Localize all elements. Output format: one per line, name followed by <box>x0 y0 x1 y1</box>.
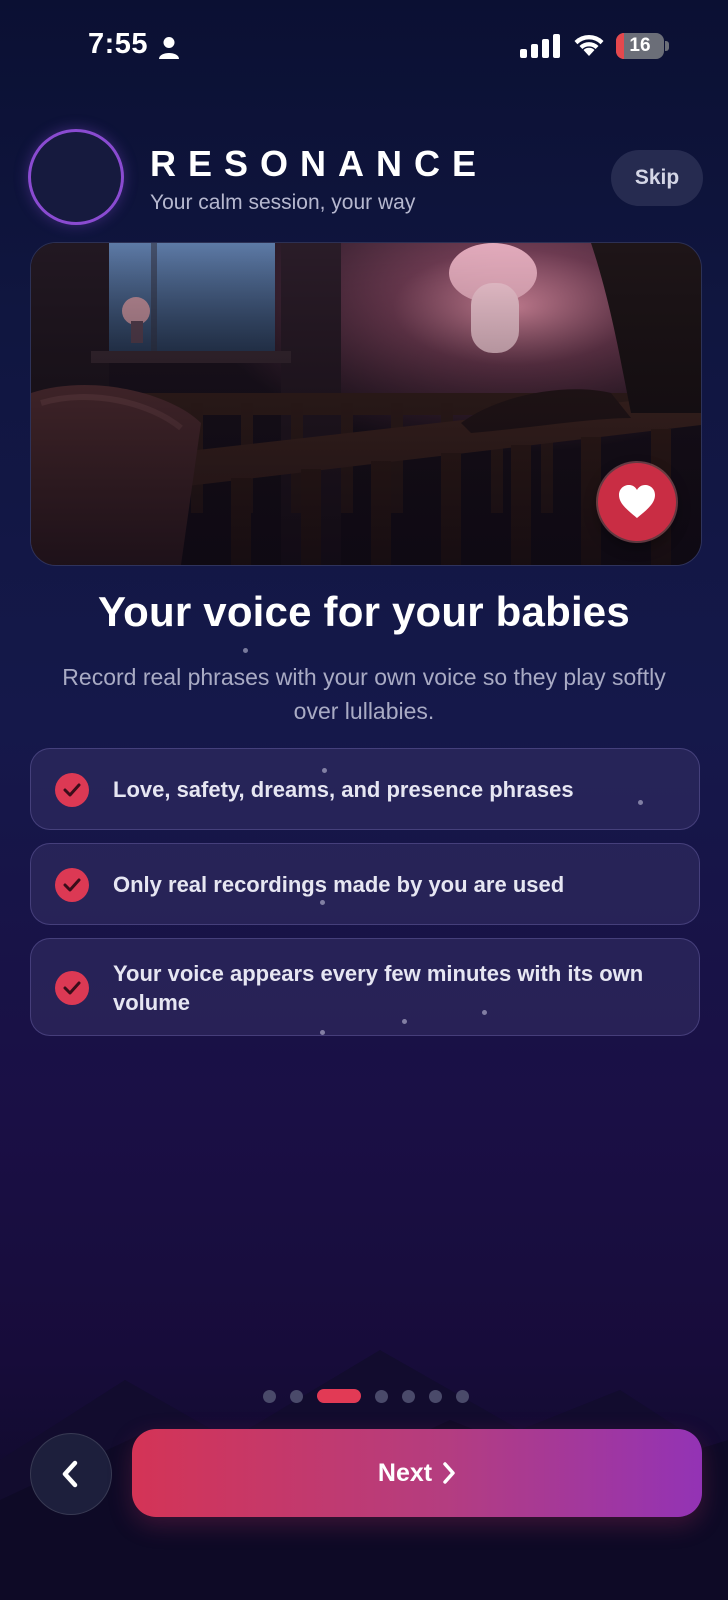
pager-dot[interactable] <box>375 1390 388 1403</box>
feature-card: Only real recordings made by you are use… <box>30 843 700 925</box>
brand-title: RESONANCE <box>150 143 489 184</box>
cellular-signal-icon <box>520 34 560 58</box>
pager-dot[interactable] <box>456 1390 469 1403</box>
pager-dot[interactable] <box>263 1390 276 1403</box>
sparkle <box>320 1030 325 1035</box>
feature-text: Your voice appears every few minutes wit… <box>113 961 644 1015</box>
sparkle <box>322 768 327 773</box>
next-button[interactable]: Next <box>132 1429 702 1517</box>
chevron-right-icon <box>443 1462 455 1484</box>
battery-level: 16 <box>629 35 651 56</box>
feature-card: Your voice appears every few minutes wit… <box>30 938 700 1036</box>
sparkle <box>320 900 325 905</box>
brand-tagline: Your calm session, your way <box>150 191 416 214</box>
page-description: Record real phrases with your own voice … <box>62 664 666 724</box>
check-icon <box>55 868 89 902</box>
pager-dot-active[interactable] <box>317 1389 361 1403</box>
favorite-button[interactable] <box>598 463 676 541</box>
chevron-left-icon <box>62 1460 78 1488</box>
person-icon <box>159 37 179 59</box>
heart-icon <box>619 485 655 518</box>
sparkle <box>402 1019 407 1024</box>
skip-button[interactable]: Skip <box>611 150 703 206</box>
page-title: Your voice for your babies <box>98 588 630 635</box>
back-button[interactable] <box>30 1433 112 1515</box>
battery-icon: 16 <box>616 33 669 59</box>
sound-wave-icon <box>56 155 95 199</box>
pager-dot[interactable] <box>429 1390 442 1403</box>
pager-dot[interactable] <box>290 1390 303 1403</box>
brand-logo <box>28 129 124 225</box>
check-icon <box>55 971 89 1005</box>
feature-text: Love, safety, dreams, and presence phras… <box>113 777 574 802</box>
sparkle <box>482 1010 487 1015</box>
status-time: 7:55 <box>88 28 149 60</box>
pager-dot[interactable] <box>402 1390 415 1403</box>
check-icon <box>55 773 89 807</box>
feature-text: Only real recordings made by you are use… <box>113 872 565 897</box>
sparkle <box>243 648 248 653</box>
wifi-icon <box>574 34 604 56</box>
next-label: Next <box>377 1459 433 1487</box>
feature-card: Love, safety, dreams, and presence phras… <box>30 748 700 830</box>
sparkle <box>638 800 643 805</box>
